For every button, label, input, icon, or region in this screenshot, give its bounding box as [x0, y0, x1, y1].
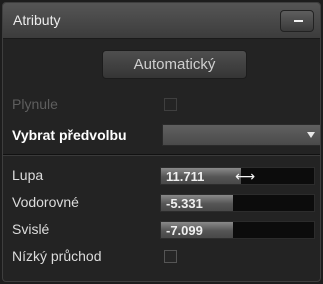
- zoom-slider-value: 11.711: [166, 169, 205, 184]
- panel-header: Atributy: [3, 3, 320, 39]
- smooth-label: Plynule: [12, 96, 58, 112]
- slider-label-zoom: Lupa: [12, 167, 44, 183]
- resize-horizontal-icon: ⟷: [235, 168, 256, 184]
- preset-label: Vybrat předvolbu: [12, 127, 127, 143]
- automatic-button[interactable]: Automatický: [102, 50, 247, 79]
- preset-dropdown[interactable]: [162, 124, 320, 146]
- attributes-panel: Atributy Automatický Plynule Vybrat před…: [2, 2, 321, 282]
- horizontal-slider[interactable]: -5.331: [160, 194, 315, 212]
- horizontal-slider-value: -5.331: [166, 196, 203, 211]
- panel-title: Atributy: [13, 12, 61, 28]
- slider-label-horizontal: Vodorovné: [12, 194, 79, 210]
- minus-icon: [294, 20, 303, 22]
- vertical-slider[interactable]: -7.099: [160, 221, 315, 239]
- slider-label-vertical: Svislé: [12, 221, 50, 237]
- lowpass-checkbox[interactable]: [164, 250, 177, 263]
- smooth-checkbox[interactable]: [164, 98, 177, 111]
- divider: [3, 154, 320, 156]
- zoom-slider[interactable]: 11.711 ⟷: [160, 167, 315, 185]
- lowpass-label: Nízký průchod: [12, 248, 102, 264]
- collapse-button[interactable]: [280, 10, 314, 32]
- vertical-slider-value: -7.099: [166, 223, 203, 238]
- chevron-down-icon: [307, 132, 315, 138]
